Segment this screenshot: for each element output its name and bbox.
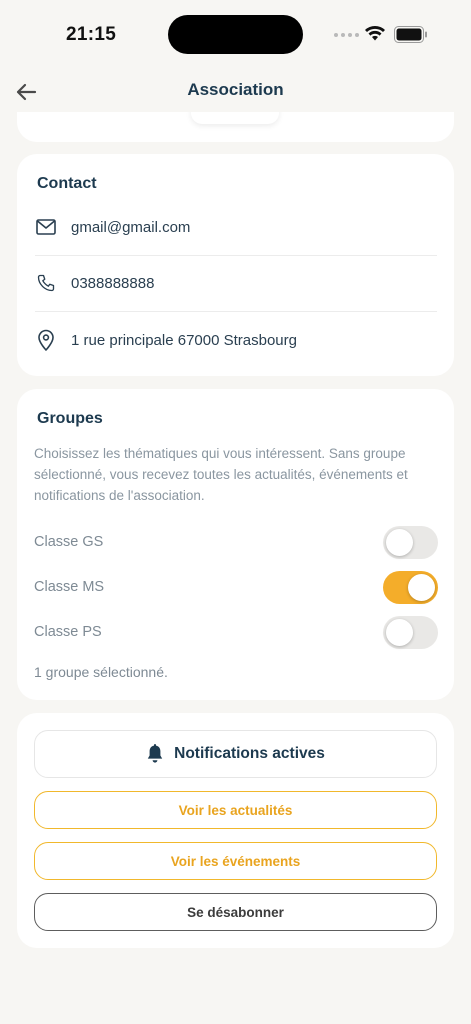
battery-icon [394,26,427,43]
view-news-button[interactable]: Voir les actualités [34,791,437,829]
contact-email: gmail@gmail.com [71,218,191,236]
group-label: Classe MS [34,579,105,595]
group-toggle-ms[interactable] [383,570,438,604]
view-events-button[interactable]: Voir les événements [34,842,437,880]
header-card [17,112,454,142]
wifi-icon [365,26,385,41]
groups-title: Groupes [37,410,103,427]
groups-description: Choisissez les thématiques qui vous inté… [34,446,408,503]
cellular-signal-icon [334,33,359,37]
group-label: Classe GS [34,534,104,550]
bell-icon [146,744,164,764]
groups-selected-count: 1 groupe sélectionné. [34,664,168,680]
contact-title: Contact [37,175,97,192]
notifications-label: Notifications actives [174,745,325,762]
logo-placeholder [191,112,279,124]
group-toggle-ps[interactable] [383,615,438,649]
actions-card: Notifications actives Voir les actualité… [17,713,454,948]
group-row-gs: Classe GS [34,524,438,560]
contact-phone-row[interactable]: 0388888888 [35,255,437,311]
status-bar: 21:15 [0,0,471,70]
contact-address-row[interactable]: 1 rue principale 67000 Strasbourg [35,312,437,368]
group-row-ms: Classe MS [34,569,438,605]
dynamic-island [168,15,303,54]
contact-phone: 0388888888 [71,274,155,292]
unsubscribe-button[interactable]: Se désabonner [34,893,437,931]
contact-address: 1 rue principale 67000 Strasbourg [71,331,297,349]
status-time: 21:15 [66,24,117,45]
group-label: Classe PS [34,624,102,640]
group-toggle-gs[interactable] [383,525,438,559]
contact-card: Contact gmail@gmail.com 0388888888 1 rue… [17,154,454,376]
map-pin-icon [35,329,57,351]
phone-icon [35,272,57,294]
mail-icon [35,216,57,238]
navigation-header: Association [0,70,471,114]
page-title: Association [187,80,284,99]
groups-card: Groupes Choisissez les thématiques qui v… [17,389,454,700]
group-row-ps: Classe PS [34,614,438,650]
notifications-button[interactable]: Notifications actives [34,730,437,778]
contact-email-row[interactable]: gmail@gmail.com [35,199,437,255]
